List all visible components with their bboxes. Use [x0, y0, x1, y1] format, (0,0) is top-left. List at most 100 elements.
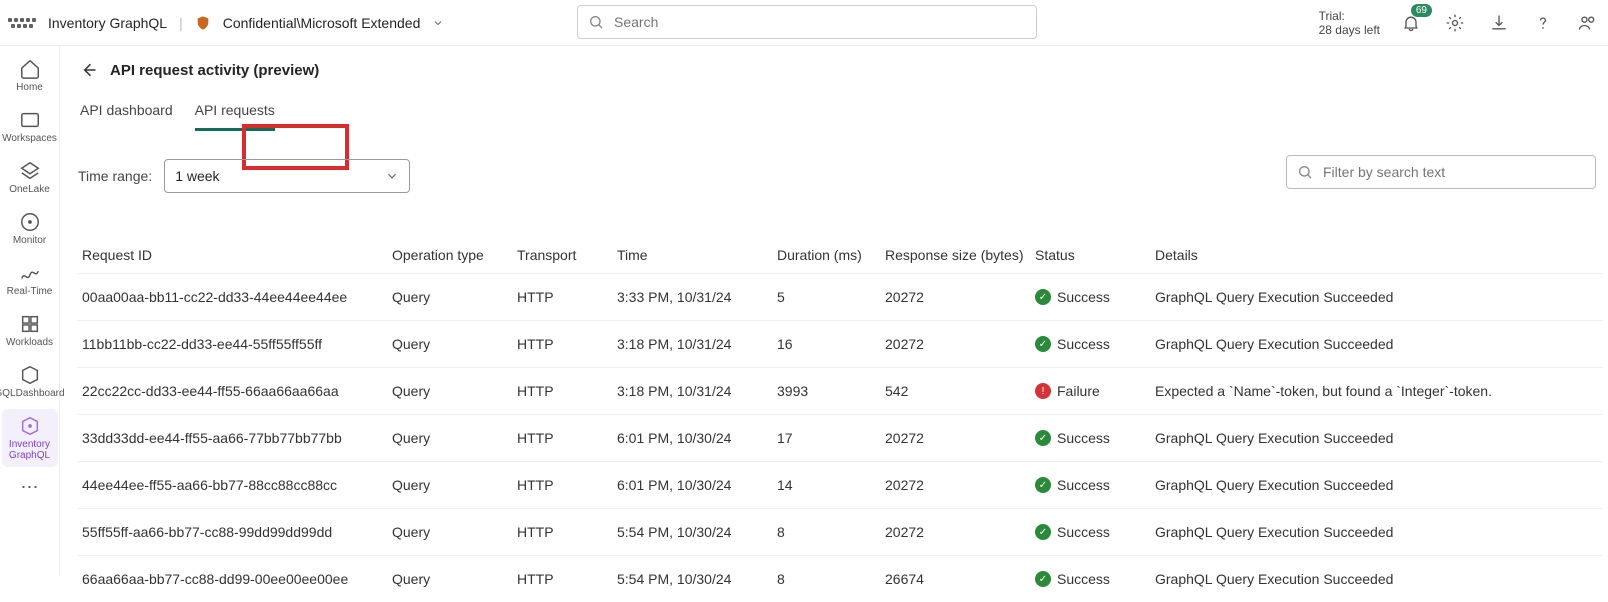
rail-realtime[interactable]: Real-Time	[2, 256, 58, 303]
cell-request-id: 11bb11bb-cc22-dd33-ee44-55ff55ff55ff	[82, 336, 392, 352]
cell-transport: HTTP	[517, 524, 617, 540]
success-icon: ✓	[1035, 430, 1051, 446]
global-search-input[interactable]	[612, 13, 1026, 31]
cell-request-id: 33dd33dd-ee44-ff55-aa66-77bb77bb77bb	[82, 430, 392, 446]
col-duration[interactable]: Duration (ms)	[777, 247, 885, 263]
chevron-down-icon[interactable]	[432, 17, 444, 29]
cell-request-id: 66aa66aa-bb77-cc88-dd99-00ee00ee00ee	[82, 571, 392, 587]
rail-workspaces[interactable]: Workspaces	[2, 103, 58, 150]
cell-transport: HTTP	[517, 477, 617, 493]
download-button[interactable]	[1486, 10, 1512, 36]
cell-details: GraphQL Query Execution Succeeded	[1155, 335, 1598, 353]
table-row[interactable]: 00aa00aa-bb11-cc22-dd33-44ee44ee44eeQuer…	[78, 273, 1602, 320]
back-arrow-icon[interactable]	[78, 60, 98, 80]
app-launcher-icon[interactable]	[8, 9, 36, 37]
controls-row: Time range: 1 week	[78, 159, 1608, 193]
cell-details: GraphQL Query Execution Succeeded	[1155, 476, 1598, 494]
time-range-value: 1 week	[175, 168, 219, 184]
trial-info: Trial: 28 days left	[1319, 9, 1380, 37]
cell-time: 3:33 PM, 10/31/24	[617, 289, 777, 305]
col-operation-type[interactable]: Operation type	[392, 247, 517, 263]
rail-monitor[interactable]: Monitor	[2, 205, 58, 252]
chevron-down-icon	[385, 169, 399, 183]
cell-duration: 8	[777, 571, 885, 587]
cell-op: Query	[392, 383, 517, 399]
tab-api-requests[interactable]: API requests	[195, 96, 275, 131]
rail-more[interactable]: ⋯	[21, 477, 39, 498]
account-button[interactable]	[1574, 10, 1600, 36]
table-row[interactable]: 44ee44ee-ff55-aa66-bb77-88cc88cc88ccQuer…	[78, 461, 1602, 508]
filter-input[interactable]	[1321, 163, 1585, 181]
cell-details: GraphQL Query Execution Succeeded	[1155, 288, 1598, 306]
table-row[interactable]: 22cc22cc-dd33-ee44-ff55-66aa66aa66aaQuer…	[78, 367, 1602, 414]
onelake-icon	[19, 160, 41, 182]
download-icon	[1489, 13, 1509, 33]
cell-transport: HTTP	[517, 383, 617, 399]
notification-badge: 69	[1411, 4, 1432, 17]
help-button[interactable]	[1530, 10, 1556, 36]
inventory-graphql-icon	[19, 415, 41, 437]
cell-duration: 17	[777, 430, 885, 446]
success-icon: ✓	[1035, 289, 1051, 305]
cell-op: Query	[392, 524, 517, 540]
cell-op: Query	[392, 289, 517, 305]
cell-duration: 8	[777, 524, 885, 540]
cell-time: 6:01 PM, 10/30/24	[617, 430, 777, 446]
table-row[interactable]: 11bb11bb-cc22-dd33-ee44-55ff55ff55ffQuer…	[78, 320, 1602, 367]
topbar: Inventory GraphQL | Confidential\Microso…	[0, 0, 1608, 46]
col-time[interactable]: Time	[617, 247, 777, 263]
global-search[interactable]	[577, 5, 1037, 39]
cell-request-id: 44ee44ee-ff55-aa66-bb77-88cc88cc88cc	[82, 477, 392, 493]
success-icon: ✓	[1035, 571, 1051, 587]
requests-table: Request ID Operation type Transport Time…	[78, 237, 1608, 602]
cell-size: 542	[885, 383, 1035, 399]
cell-status: ✓Success	[1035, 571, 1155, 587]
cell-transport: HTTP	[517, 571, 617, 587]
notifications-button[interactable]: 69	[1398, 10, 1424, 36]
realtime-icon	[19, 262, 41, 284]
workspaces-icon	[19, 109, 41, 131]
cell-size: 20272	[885, 336, 1035, 352]
breadcrumb-classification[interactable]: Confidential\Microsoft Extended	[223, 15, 421, 31]
cell-duration: 3993	[777, 383, 885, 399]
col-size[interactable]: Response size (bytes)	[885, 247, 1035, 263]
cell-op: Query	[392, 477, 517, 493]
settings-button[interactable]	[1442, 10, 1468, 36]
table-row[interactable]: 55ff55ff-aa66-bb77-cc88-99dd99dd99ddQuer…	[78, 508, 1602, 555]
table-row[interactable]: 33dd33dd-ee44-ff55-aa66-77bb77bb77bbQuer…	[78, 414, 1602, 461]
col-transport[interactable]: Transport	[517, 247, 617, 263]
cell-status: ✓Success	[1035, 430, 1155, 446]
cell-transport: HTTP	[517, 289, 617, 305]
breadcrumb-item[interactable]: Inventory GraphQL	[48, 15, 167, 31]
person-icon	[1577, 13, 1597, 33]
rail-inventory-graphql[interactable]: Inventory GraphQL	[2, 409, 58, 467]
col-status[interactable]: Status	[1035, 247, 1155, 263]
cell-details: Expected a `Name`-token, but found a `In…	[1155, 382, 1598, 400]
rail-workloads[interactable]: Workloads	[2, 307, 58, 354]
home-icon	[19, 58, 41, 80]
page-header: API request activity (preview)	[78, 60, 1608, 80]
cell-time: 3:18 PM, 10/31/24	[617, 336, 777, 352]
success-icon: ✓	[1035, 524, 1051, 540]
cell-status: ✓Success	[1035, 477, 1155, 493]
cell-details: GraphQL Query Execution Succeeded	[1155, 570, 1598, 588]
cell-duration: 5	[777, 289, 885, 305]
cell-duration: 16	[777, 336, 885, 352]
col-request-id[interactable]: Request ID	[82, 247, 392, 263]
table-header: Request ID Operation type Transport Time…	[78, 237, 1602, 273]
rail-home[interactable]: Home	[2, 52, 58, 99]
search-icon	[1297, 164, 1313, 180]
tab-api-dashboard[interactable]: API dashboard	[80, 96, 173, 131]
time-range-select[interactable]: 1 week	[164, 159, 410, 193]
table-row[interactable]: 66aa66aa-bb77-cc88-dd99-00ee00ee00eeQuer…	[78, 555, 1602, 602]
cell-status: ✓Success	[1035, 524, 1155, 540]
filter-box[interactable]	[1286, 155, 1596, 189]
gql-dashboard-icon	[19, 364, 41, 386]
rail-onelake[interactable]: OneLake	[2, 154, 58, 201]
cell-size: 26674	[885, 571, 1035, 587]
cell-op: Query	[392, 571, 517, 587]
col-details[interactable]: Details	[1155, 247, 1598, 263]
rail-gqldashboard[interactable]: GQLDashboard	[2, 358, 58, 405]
cell-op: Query	[392, 430, 517, 446]
search-icon	[588, 14, 604, 30]
